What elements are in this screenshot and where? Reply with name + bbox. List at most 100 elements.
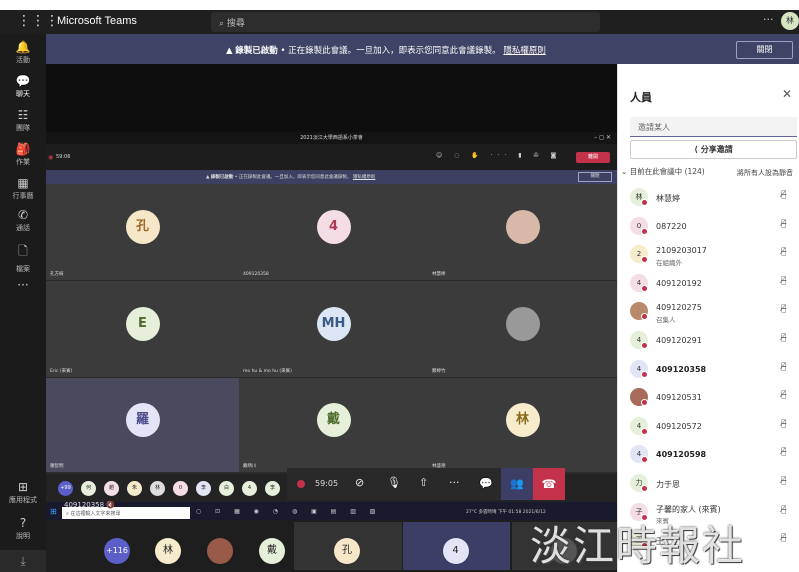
warning-icon: ▲: [226, 46, 233, 56]
shared-leave-button: 離開: [576, 152, 610, 163]
participant-name: 戴晴川: [243, 464, 257, 469]
user-avatar[interactable]: 林: [781, 12, 799, 30]
close-icon[interactable]: ✕: [782, 87, 792, 101]
bottom-tile-avatar: 孔: [334, 538, 360, 564]
participant-avatar-text: 0: [636, 221, 642, 230]
recording-banner-title: 錄製已啟動: [235, 46, 278, 56]
chevron-down-icon: ⌄: [621, 167, 628, 176]
recording-banner-message: • 正在錄製此會議。一旦加入，即表示您同意此會議錄製。: [280, 46, 501, 56]
participant-tile: 孔孔方綺: [46, 184, 239, 280]
participant-avatar: 林: [630, 188, 648, 206]
participant-name: 鄭婷竹: [432, 369, 446, 374]
participant-row[interactable]: 2 2109203017 在組織外 🎙̸: [618, 241, 799, 269]
participant-avatar: 4: [630, 359, 648, 378]
rail-item-3[interactable]: ☷ 團隊: [0, 108, 46, 133]
participant-name: 2109203017: [656, 246, 707, 256]
participant-row[interactable]: 409120531 🎙̸: [618, 384, 799, 412]
search-input[interactable]: ⌕ 搜尋: [211, 12, 600, 32]
participant-avatar-text: 4: [636, 421, 642, 430]
camera-off-icon[interactable]: ⊘: [355, 476, 364, 489]
participant-row[interactable]: 4 409120598 🎙̸: [618, 441, 799, 469]
participant-avatar: [630, 302, 648, 321]
rail-item-label: 通話: [16, 224, 30, 232]
share-icon: ⟨: [694, 145, 698, 154]
app-launcher-icon[interactable]: ⋮⋮⋮: [17, 13, 59, 29]
mic-muted-icon: 🎙̸: [781, 361, 787, 372]
self-name-label: 409120358 🔇: [64, 501, 115, 509]
recording-banner-text: ▲ 錄製已啟動 • 正在錄製此會議。一旦加入，即表示您同意此會議錄製。 隱私權原…: [226, 44, 546, 56]
participant-name: 409120572: [656, 421, 702, 431]
shared-recording-banner: ▲ 錄製已啟動 • 正在錄製此會議。一旦加入，即表示您同意此會議錄製。 隱私權原…: [46, 170, 617, 184]
dismiss-button[interactable]: 關閉: [736, 41, 793, 59]
rail-item-label: 聊天: [16, 90, 30, 98]
hang-up-button[interactable]: ☎: [533, 468, 565, 500]
mic-muted-icon: 🎙̸: [781, 418, 787, 429]
app-name: Microsoft Teams: [57, 15, 137, 27]
invite-input[interactable]: 邀請某人: [630, 117, 797, 137]
rail-item-6[interactable]: ✆ 通話: [0, 208, 46, 233]
mute-all-link[interactable]: 將所有人設為靜音: [737, 168, 793, 178]
more-actions-icon[interactable]: ···: [449, 476, 460, 489]
bottom-avatar: 戴: [259, 538, 285, 564]
status-badge: [641, 256, 648, 264]
share-invite-button[interactable]: ⟨ 分享邀請: [630, 140, 797, 159]
more-apps-icon: ···: [17, 278, 29, 292]
bottom-tile: 4: [403, 522, 510, 570]
calendar-icon: ▦: [17, 176, 29, 190]
rail-item-10[interactable]: ? 說明: [0, 516, 46, 541]
participant-row[interactable]: 4 409120358 🎙̸: [618, 356, 799, 384]
strip-avatar: +99: [58, 481, 73, 496]
people-icon[interactable]: 👥: [501, 468, 533, 500]
share-screen-icon[interactable]: ⇧: [419, 476, 428, 489]
rail-item-9[interactable]: ⊞ 應用程式: [0, 480, 46, 505]
rail-item-1[interactable]: 🔔 活動: [0, 40, 46, 65]
participant-row[interactable]: 4 409120572 🎙̸: [618, 413, 799, 441]
meeting-stage: 2021淡江大學西語系小茶會 – ◻ ✕ ◉ 59:06 ☺ ◌ ✋ ··· ▮ …: [46, 64, 617, 572]
participant-tile: 戴戴晴川: [239, 378, 428, 472]
mic-muted-icon: 🎙̸: [781, 333, 787, 343]
participant-tile: 鄭婷竹: [428, 281, 617, 377]
status-badge: [641, 427, 648, 435]
participant-name: 409120531: [656, 393, 702, 403]
rail-item-7[interactable]: 🗋 檔案: [0, 242, 46, 274]
participant-avatar: E: [125, 307, 160, 341]
watermark: 淡江時報社: [530, 522, 745, 570]
rail-item-8[interactable]: ···: [0, 278, 46, 293]
participant-row[interactable]: 409120275 召集人 🎙̸: [618, 298, 799, 326]
participant-avatar: 4: [316, 210, 351, 244]
status-badge: [641, 227, 648, 235]
participant-row[interactable]: 0 087220 🎙̸: [618, 213, 799, 241]
participant-name: 林慧婷: [656, 194, 680, 203]
search-placeholder: 搜尋: [226, 19, 245, 29]
download-icon[interactable]: ⤓: [0, 550, 46, 572]
mic-muted-icon: 🎙̸: [781, 447, 787, 458]
shared-window-title-text: 2021淡江大學西語系小茶會: [300, 135, 363, 141]
participant-name: 409120291: [656, 336, 702, 345]
overflow-count[interactable]: +116: [104, 538, 130, 564]
chat-icon[interactable]: 💬: [471, 468, 501, 500]
participant-tile: E Eric (來賓): [46, 281, 239, 377]
participant-row[interactable]: 林林慧婷 🎙̸: [618, 184, 799, 212]
rail-item-4[interactable]: 🎒 作業: [0, 142, 46, 167]
bottom-tile-avatar: 4: [442, 538, 469, 564]
mic-off-icon[interactable]: 🎙: [387, 476, 401, 489]
participant-row[interactable]: 力力于恩 🎙̸: [618, 470, 799, 498]
privacy-link[interactable]: 隱私權原則: [503, 46, 546, 56]
participant-avatar: 4: [630, 445, 648, 464]
participant-row[interactable]: 4 409120291 🎙̸: [618, 327, 799, 355]
participant-subtitle: 在組織外: [656, 259, 682, 268]
status-badge: [641, 399, 648, 407]
title-bar: ⋮⋮⋮ Microsoft Teams ⌕ 搜尋 ··· 林: [0, 10, 799, 34]
rail-item-5[interactable]: ▦ 行事曆: [0, 176, 46, 201]
strip-avatar: 何: [81, 481, 96, 496]
strip-avatar: 趙: [104, 481, 119, 496]
teams-icon: ☷: [17, 108, 29, 122]
status-badge: [641, 485, 648, 492]
in-meeting-header[interactable]: ⌄ 目前在此會議中 (124): [621, 166, 705, 177]
participant-row[interactable]: 4 409120192 🎙̸: [618, 270, 799, 298]
rail-item-2[interactable]: 💬 聊天: [0, 74, 46, 99]
apps-icon: ⊞: [17, 480, 29, 494]
participant-avatar: MH: [316, 307, 351, 341]
rail-item-label: 活動: [16, 56, 30, 64]
more-options-icon[interactable]: ···: [763, 13, 774, 26]
